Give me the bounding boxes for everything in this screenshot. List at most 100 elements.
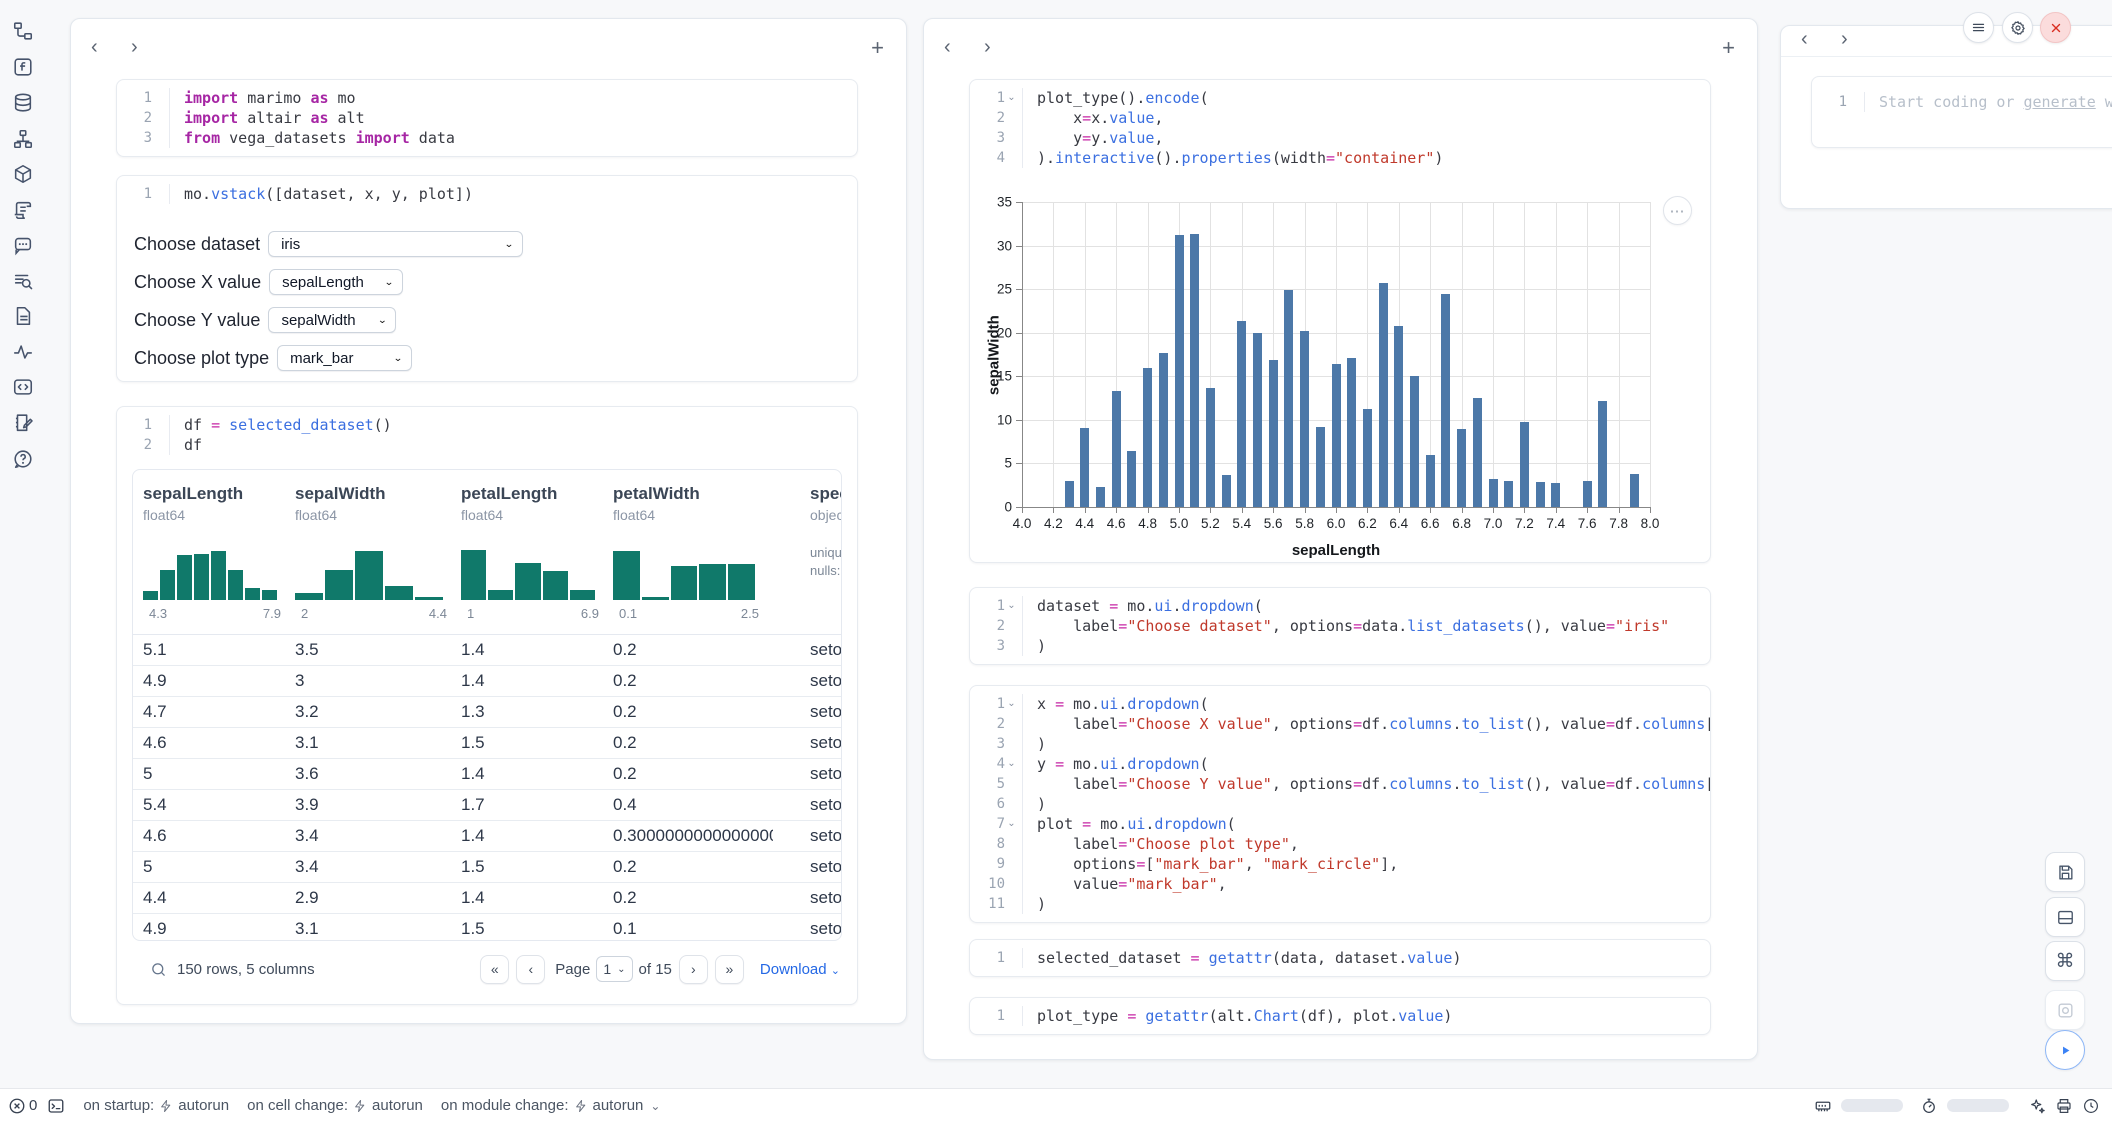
table-row[interactable]: 5.13.51.40.2setosa	[133, 635, 841, 666]
run-all-button[interactable]	[2045, 1030, 2085, 1070]
column-histogram	[461, 542, 595, 600]
settings-gear-button[interactable]	[2002, 12, 2033, 43]
dropdown-select[interactable]: mark_bar⌄	[277, 345, 412, 371]
dropdown-select[interactable]: sepalWidth⌄	[268, 307, 396, 333]
plot-type-code[interactable]: 1plot_type = getattr(alt.Chart(df), plot…	[970, 998, 1710, 1034]
terminal-icon[interactable]	[47, 1097, 65, 1115]
clock-icon[interactable]	[2082, 1097, 2100, 1115]
xy-plot-code[interactable]: 1⌄x = mo.ui.dropdown(2 label="Choose X v…	[970, 686, 1710, 922]
printer-icon[interactable]	[2055, 1097, 2073, 1115]
help-icon[interactable]	[12, 448, 34, 470]
package-icon[interactable]	[12, 163, 34, 185]
document-icon[interactable]	[12, 305, 34, 327]
dataframe-code[interactable]: 1df = selected_dataset()2df	[117, 407, 857, 463]
functions-icon[interactable]	[12, 56, 34, 78]
selected-dataset-cell[interactable]: 1selected_dataset = getattr(data, datase…	[969, 939, 1711, 977]
left-panel-forward-button[interactable]: ›	[131, 37, 138, 57]
middle-panel-forward-button[interactable]: ›	[984, 37, 991, 57]
dependency-graph-icon[interactable]	[12, 128, 34, 150]
command-palette-button[interactable]: ⌘	[2045, 941, 2085, 981]
table-row[interactable]: 5.43.91.70.4setosa	[133, 790, 841, 821]
column-header-sepalLength[interactable]: sepalLengthfloat644.37.9	[143, 470, 295, 634]
vstack-cell[interactable]: 1mo.vstack([dataset, x, y, plot]) Choose…	[116, 175, 858, 382]
left-panel-back-button[interactable]: ‹	[91, 37, 98, 57]
y-tick-label: 5	[1004, 456, 1012, 471]
placeholder-code[interactable]: 1Start coding or generate with AI	[1812, 77, 2112, 120]
middle-panel-add-cell-button[interactable]: +	[1722, 35, 1735, 61]
imports-cell[interactable]: 1import marimo as mo2import altair as al…	[116, 79, 858, 157]
selected-dataset-code[interactable]: 1selected_dataset = getattr(data, datase…	[970, 940, 1710, 976]
plot-type-cell[interactable]: 1plot_type = getattr(alt.Chart(df), plot…	[969, 997, 1711, 1035]
chat-bot-icon[interactable]	[12, 234, 34, 256]
table-row[interactable]: 4.63.11.50.2setosa	[133, 728, 841, 759]
chart-actions-button[interactable]: ⋯	[1663, 196, 1692, 225]
column-header-species[interactable]: speciesobjectunique:nulls:	[773, 470, 842, 634]
table-row[interactable]: 4.931.40.2setosa	[133, 666, 841, 697]
snippets-icon[interactable]	[12, 376, 34, 398]
vstack-code[interactable]: 1mo.vstack([dataset, x, y, plot])	[117, 176, 857, 212]
table-row[interactable]: 4.63.41.40.30000000000000004setosa	[133, 821, 841, 852]
dropdown-select[interactable]: sepalLength⌄	[269, 269, 403, 295]
column-header-sepalWidth[interactable]: sepalWidthfloat6424.4	[295, 470, 461, 634]
menu-button[interactable]	[1963, 12, 1994, 43]
app-view-button[interactable]	[2045, 990, 2085, 1030]
table-row[interactable]: 4.93.11.50.1setosa	[133, 914, 841, 941]
line-number: 1	[117, 184, 170, 204]
errors-indicator[interactable]: 0	[8, 1097, 37, 1115]
table-row[interactable]: 4.73.21.30.2setosa	[133, 697, 841, 728]
left-panel-add-cell-button[interactable]: +	[871, 35, 884, 61]
fold-icon[interactable]: ⌄	[1005, 596, 1018, 616]
save-button[interactable]	[2045, 852, 2085, 892]
search-icon[interactable]	[150, 961, 167, 978]
right-panel-forward-button[interactable]: ›	[1841, 29, 1848, 49]
plot-code[interactable]: 1⌄plot_type().encode(2 x=x.value,3 y=y.v…	[970, 80, 1710, 176]
sparkles-icon[interactable]	[2028, 1097, 2046, 1115]
dataset-code[interactable]: 1⌄dataset = mo.ui.dropdown(2 label="Choo…	[970, 588, 1710, 664]
table-row[interactable]: 53.41.50.2setosa	[133, 852, 841, 883]
file-tree-icon[interactable]	[12, 20, 34, 42]
autorun-segment[interactable]: on module change:autorun⌄	[441, 1097, 661, 1114]
imports-code[interactable]: 1import marimo as mo2import altair as al…	[117, 80, 857, 156]
fold-icon[interactable]: ⌄	[1005, 814, 1018, 834]
table-row[interactable]: 53.61.40.2setosa	[133, 759, 841, 790]
autorun-segment[interactable]: on startup:autorun	[83, 1097, 229, 1114]
script-icon[interactable]	[12, 199, 34, 221]
table-cell: 1.5	[461, 733, 613, 753]
fold-icon[interactable]: ⌄	[1005, 88, 1018, 108]
close-panel-button[interactable]	[2040, 12, 2071, 43]
code-line: 1Start coding or generate with AI	[1812, 92, 2112, 112]
dropdown-select[interactable]: iris⌄	[268, 231, 523, 257]
column-header-petalWidth[interactable]: petalWidthfloat640.12.5	[613, 470, 773, 634]
download-button[interactable]: Download ⌄	[760, 961, 840, 978]
empty-code-cell[interactable]: 1Start coding or generate with AI	[1811, 76, 2112, 148]
bar	[1536, 482, 1545, 507]
dataset-dropdown-cell[interactable]: 1⌄dataset = mo.ui.dropdown(2 label="Choo…	[969, 587, 1711, 665]
column-histogram	[613, 542, 755, 600]
tracing-icon[interactable]	[12, 341, 34, 363]
prev-page-button[interactable]: ‹	[516, 955, 545, 984]
fold-icon[interactable]: ⌄	[1005, 694, 1018, 714]
xy-plot-dropdowns-cell[interactable]: 1⌄x = mo.ui.dropdown(2 label="Choose X v…	[969, 685, 1711, 923]
column-header-petalLength[interactable]: petalLengthfloat6416.9	[461, 470, 613, 634]
table-cell: 0.30000000000000004	[613, 826, 773, 846]
table-row[interactable]: 4.42.91.40.2setosa	[133, 883, 841, 914]
next-page-button[interactable]: ›	[679, 955, 708, 984]
bar	[1190, 234, 1199, 507]
line-number: 1	[970, 948, 1023, 968]
autorun-segment[interactable]: on cell change:autorun	[247, 1097, 423, 1114]
fold-icon[interactable]: ⌄	[1005, 754, 1018, 774]
logs-search-icon[interactable]	[12, 270, 34, 292]
dataframe-cell[interactable]: 1df = selected_dataset()2df sepalLengthf…	[116, 406, 858, 1005]
x-tick-label: 7.6	[1578, 516, 1597, 531]
control-row: Choose plot typemark_bar⌄	[134, 346, 857, 370]
middle-panel-back-button[interactable]: ‹	[944, 37, 951, 57]
database-icon[interactable]	[12, 92, 34, 114]
scratchpad-icon[interactable]	[12, 412, 34, 434]
table-cell: setosa	[810, 640, 842, 660]
layout-toggle-button[interactable]	[2045, 897, 2085, 937]
right-panel-back-button[interactable]: ‹	[1801, 29, 1808, 49]
last-page-button[interactable]: »	[715, 955, 744, 984]
plot-cell[interactable]: 1⌄plot_type().encode(2 x=x.value,3 y=y.v…	[969, 79, 1711, 563]
page-select[interactable]: 1⌄	[596, 956, 632, 982]
first-page-button[interactable]: «	[480, 955, 509, 984]
